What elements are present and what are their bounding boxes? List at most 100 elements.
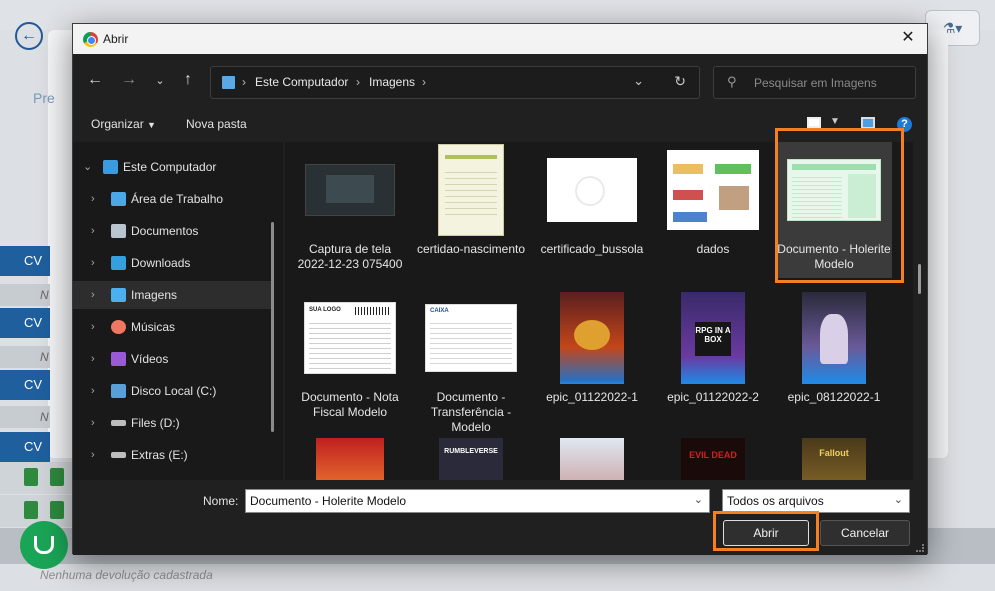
sidebar-item-pictures[interactable]: › Imagens xyxy=(73,281,273,309)
back-button[interactable]: ← xyxy=(15,22,43,50)
file-name: certidao-nascimento xyxy=(416,242,526,256)
sidebar-item-documents[interactable]: › Documentos xyxy=(73,217,273,245)
breadcrumb-pictures[interactable]: Imagens xyxy=(369,75,415,89)
chevron-right-icon[interactable]: › xyxy=(91,377,95,405)
file-item[interactable]: certificado_bussola xyxy=(534,144,650,257)
chrome-icon xyxy=(83,32,98,47)
sidebar-item-downloads[interactable]: › Downloads xyxy=(73,249,273,277)
file-thumbnail: RUMBLEVERSE xyxy=(439,438,503,480)
file-item[interactable] xyxy=(292,438,408,480)
downloads-icon xyxy=(111,256,126,270)
file-item[interactable]: epic_01122022-1 xyxy=(534,292,650,405)
file-item[interactable] xyxy=(534,438,650,480)
thumb-logo-text: EVIL DEAD xyxy=(689,450,737,460)
file-thumbnail xyxy=(802,292,866,384)
up-arrow-icon[interactable]: ↑ xyxy=(178,71,198,89)
caret-down-icon: ▼ xyxy=(147,120,156,130)
breadcrumb-separator: › xyxy=(242,75,246,89)
file-item[interactable]: RPG IN A BOX epic_01122022-2 xyxy=(655,292,771,405)
file-name: Documento - Transferência - Modelo xyxy=(430,390,512,434)
file-thumbnail: SUA LOGO xyxy=(304,292,396,384)
breadcrumb-this-pc[interactable]: Este Computador xyxy=(255,75,348,89)
file-thumbnail xyxy=(547,144,637,236)
document-icon[interactable] xyxy=(24,501,38,519)
view-mode-caret-icon[interactable]: ▼ xyxy=(830,116,840,127)
file-item[interactable]: Captura de tela 2022-12-23 075400 xyxy=(292,144,408,272)
help-icon[interactable]: ? xyxy=(897,117,912,132)
computer-icon xyxy=(103,160,118,174)
chevron-right-icon[interactable]: › xyxy=(91,249,95,277)
chevron-right-icon[interactable]: › xyxy=(91,313,95,341)
music-icon xyxy=(111,320,126,334)
sidebar-item-videos[interactable]: › Vídeos xyxy=(73,345,273,373)
chevron-down-icon[interactable]: ⌄ xyxy=(694,493,703,507)
pictures-icon xyxy=(111,288,126,302)
file-name-input[interactable]: Documento - Holerite Modelo ⌄ xyxy=(245,489,710,513)
file-item[interactable]: Fallout xyxy=(776,438,892,480)
file-thumbnail xyxy=(438,144,504,236)
sidebar-item-drive-d[interactable]: › Files (D:) xyxy=(73,409,273,437)
file-thumbnail xyxy=(316,438,384,480)
sidebar-item-drive-c[interactable]: › Disco Local (C:) xyxy=(73,377,273,405)
address-dropdown-icon[interactable]: ⌄ xyxy=(633,73,644,89)
sidebar-item-label: Este Computador xyxy=(123,160,217,174)
chevron-down-icon[interactable]: ⌄ xyxy=(83,153,92,181)
file-grid-scrollbar[interactable] xyxy=(918,264,921,294)
thumb-logo-text: RPG IN A BOX xyxy=(695,322,731,356)
chevron-right-icon[interactable]: › xyxy=(91,345,95,373)
drive-icon xyxy=(111,452,126,458)
file-item-selected[interactable]: Documento - Holerite Modelo xyxy=(776,142,892,278)
cancel-button[interactable]: Cancelar xyxy=(820,520,910,546)
file-name-value: Documento - Holerite Modelo xyxy=(250,494,407,508)
file-thumbnail: Fallout xyxy=(802,438,866,480)
spreadsheet-icon[interactable] xyxy=(50,468,64,486)
chat-icon xyxy=(34,536,54,554)
file-name: Documento - Nota Fiscal Modelo xyxy=(301,390,399,419)
organize-label: Organizar xyxy=(91,117,144,131)
address-bar[interactable]: › Este Computador › Imagens › ⌄ ↻ xyxy=(210,66,700,99)
file-thumbnail xyxy=(560,438,624,480)
chevron-right-icon[interactable]: › xyxy=(91,409,95,437)
spreadsheet-icon[interactable] xyxy=(50,501,64,519)
file-item[interactable]: EVIL DEAD xyxy=(655,438,771,480)
view-mode-icon[interactable] xyxy=(807,117,821,128)
dialog-footer: Nome: Documento - Holerite Modelo ⌄ Todo… xyxy=(73,480,927,555)
dialog-title: Abrir xyxy=(103,32,129,46)
back-arrow-icon[interactable]: ← xyxy=(85,71,105,89)
videos-icon xyxy=(111,352,126,366)
refresh-icon[interactable]: ↻ xyxy=(674,73,686,90)
file-item[interactable]: CAIXA Documento - Transferência - Modelo xyxy=(413,292,529,435)
chevron-right-icon[interactable]: › xyxy=(91,281,95,309)
sidebar-scrollbar[interactable] xyxy=(271,222,274,432)
sidebar-item-this-pc[interactable]: ⌄ Este Computador xyxy=(73,153,273,181)
chevron-down-icon[interactable]: ⌄ xyxy=(894,493,903,507)
resize-grip-icon[interactable] xyxy=(916,544,924,552)
sidebar-item-desktop[interactable]: › Área de Trabalho xyxy=(73,185,273,213)
sidebar-item-drive-e[interactable]: › Extras (E:) xyxy=(73,441,273,469)
forward-arrow-icon[interactable]: → xyxy=(119,71,139,89)
sidebar-item-music[interactable]: › Músicas xyxy=(73,313,273,341)
file-name: Captura de tela 2022-12-23 075400 xyxy=(297,242,403,271)
search-box[interactable]: ⚲ Pesquisar em Imagens xyxy=(713,66,916,99)
drive-icon xyxy=(111,420,126,426)
preview-pane-icon[interactable] xyxy=(861,117,875,129)
new-folder-button[interactable]: Nova pasta xyxy=(186,117,247,131)
chat-button[interactable] xyxy=(20,521,68,569)
chevron-right-icon[interactable]: › xyxy=(91,441,95,469)
file-item[interactable]: certidao-nascimento xyxy=(413,144,529,257)
open-button[interactable]: Abrir xyxy=(723,520,809,546)
empty-returns-message: Nenhuma devolução cadastrada xyxy=(40,568,213,582)
document-icon[interactable] xyxy=(24,468,38,486)
file-type-select[interactable]: Todos os arquivos ⌄ xyxy=(722,489,910,513)
file-item[interactable]: RUMBLEVERSE xyxy=(413,438,529,480)
recent-locations-chevron-icon[interactable]: ⌄ xyxy=(150,74,170,87)
chevron-right-icon[interactable]: › xyxy=(91,185,95,213)
file-name: dados xyxy=(696,242,730,256)
chevron-right-icon[interactable]: › xyxy=(91,217,95,245)
background-tab-label: Pre xyxy=(33,90,55,106)
organize-menu[interactable]: Organizar ▼ xyxy=(91,117,156,131)
file-item[interactable]: SUA LOGO Documento - Nota Fiscal Modelo xyxy=(292,292,408,420)
close-icon[interactable]: ✕ xyxy=(898,28,918,48)
file-item[interactable]: epic_08122022-1 xyxy=(776,292,892,405)
file-item[interactable]: dados xyxy=(655,144,771,257)
